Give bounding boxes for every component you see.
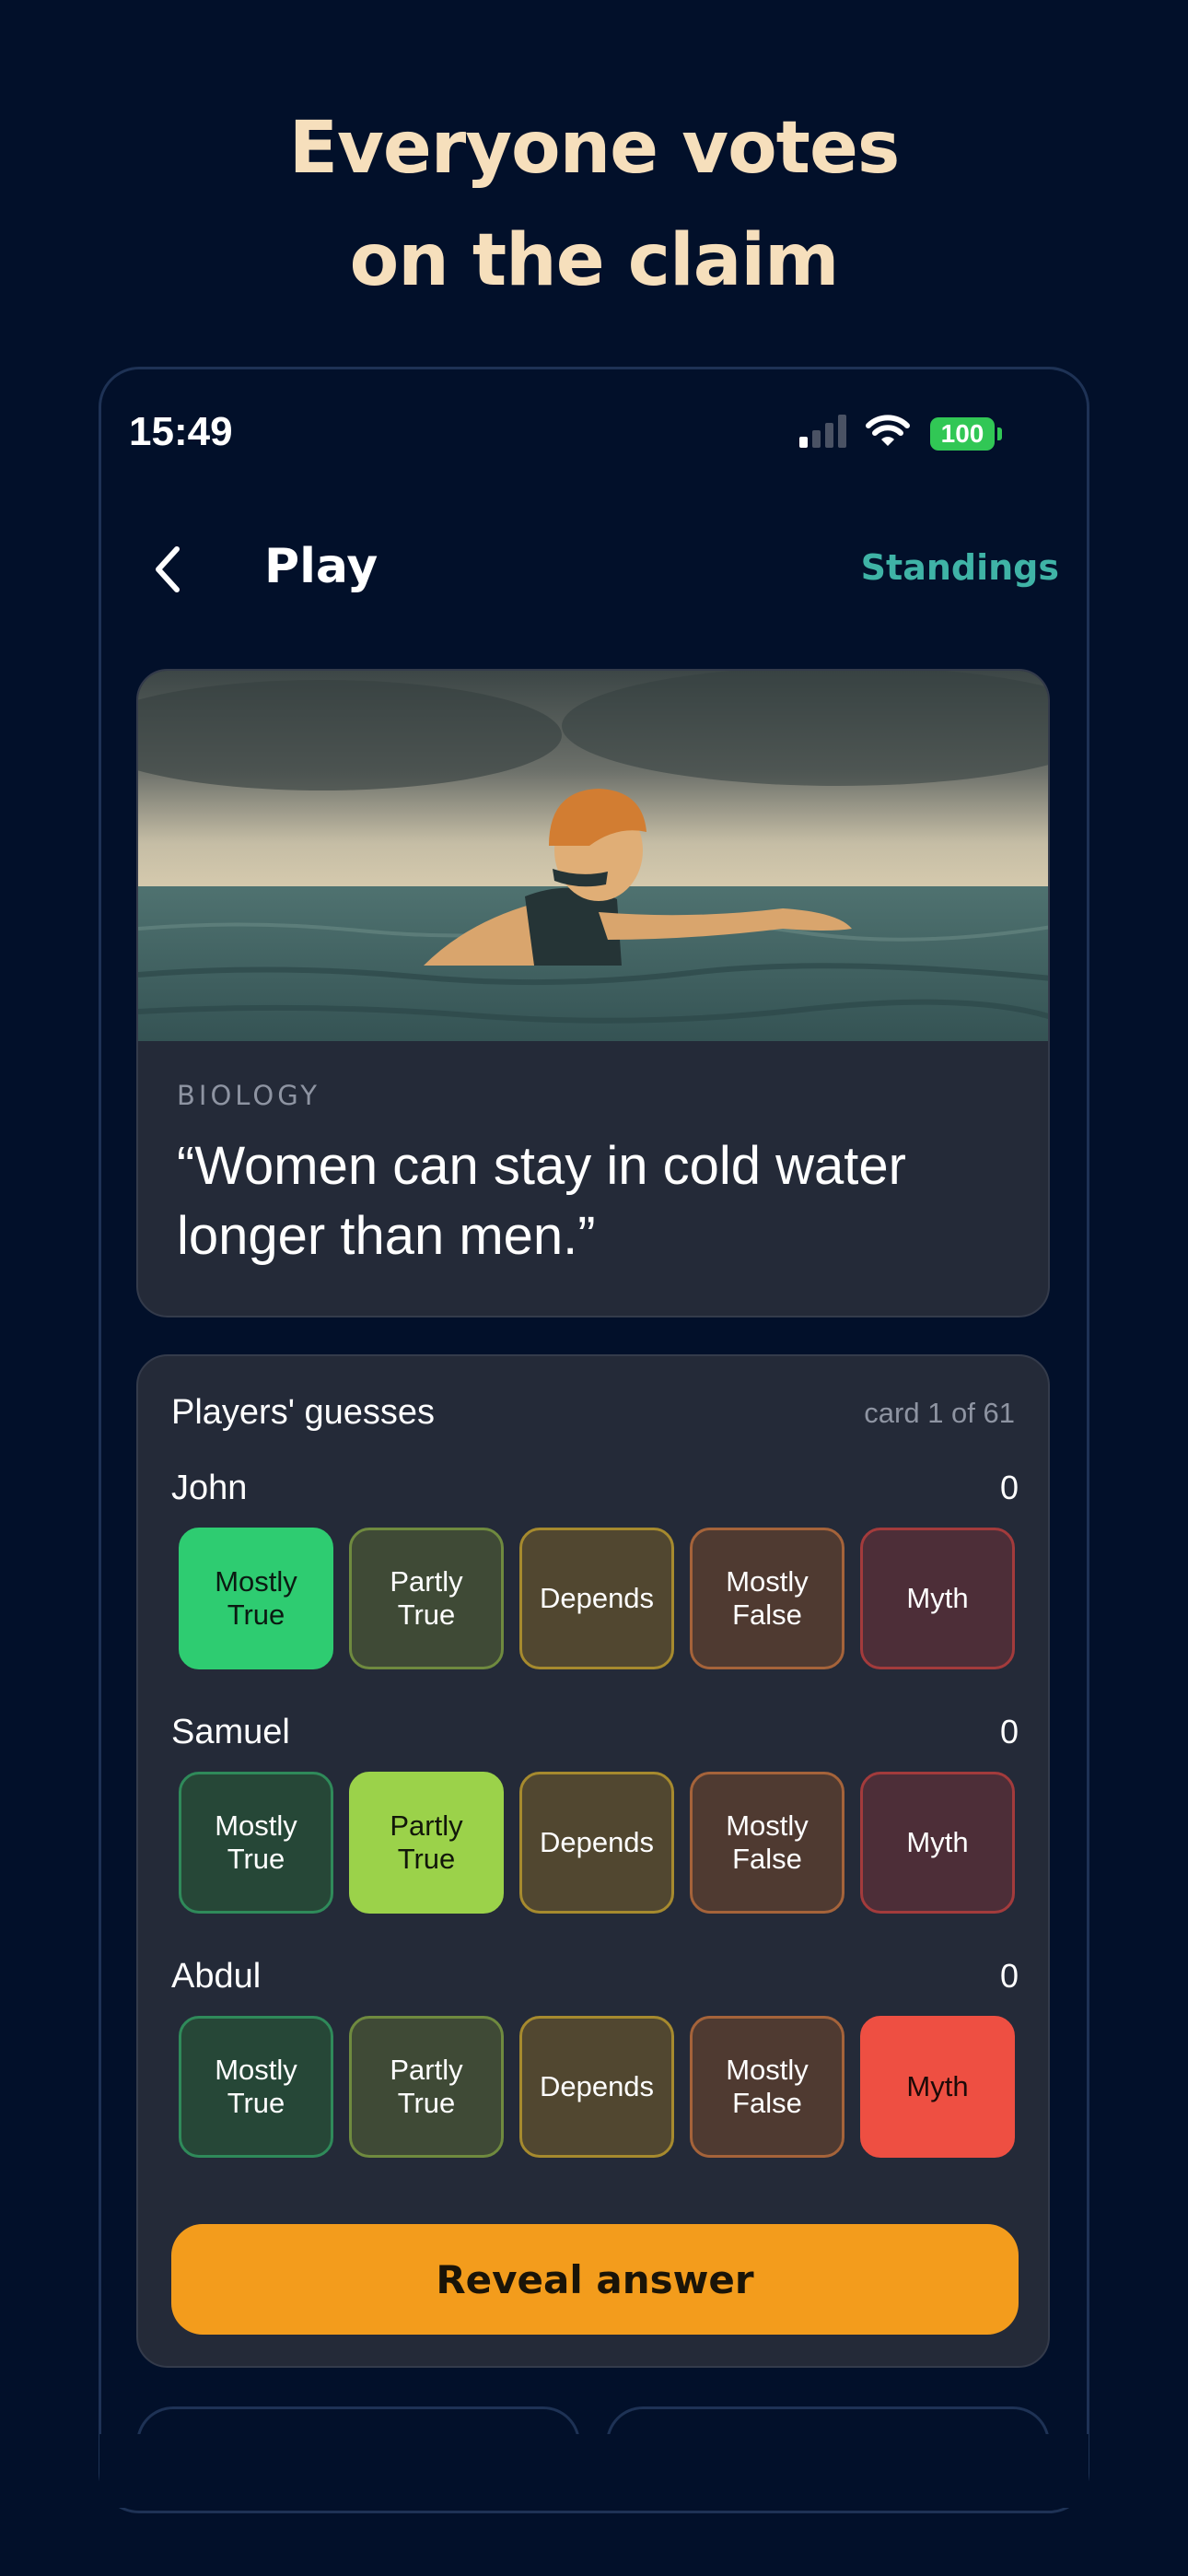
battery-icon: 100 — [930, 417, 995, 451]
standings-link[interactable]: Standings — [861, 547, 1059, 588]
player-name: John — [171, 1469, 248, 1507]
vote-myth[interactable]: Myth — [860, 1528, 1015, 1669]
battery-tip — [997, 427, 1002, 440]
vote-partly-true[interactable]: Partly True — [349, 1772, 504, 1914]
headline-line-2: on the claim — [349, 219, 840, 302]
guesses-title: Players' guesses — [171, 1393, 436, 1432]
player-name: Samuel — [171, 1713, 290, 1751]
status-time: 15:49 — [129, 409, 233, 454]
vote-options: Mostly True Partly True Depends Mostly F… — [179, 1772, 1015, 1914]
claim-text: “Women can stay in cold water longer tha… — [177, 1136, 906, 1266]
vote-depends[interactable]: Depends — [519, 1772, 674, 1914]
card-count: card 1 of 61 — [864, 1397, 1015, 1429]
vote-depends[interactable]: Depends — [519, 2016, 674, 2158]
signal-icon — [799, 415, 846, 448]
claim-card: BIOLOGY “Women can stay in cold water lo… — [136, 669, 1050, 1317]
claim-illustration — [138, 671, 1048, 1041]
vote-mostly-false[interactable]: Mostly False — [690, 2016, 844, 2158]
vote-myth[interactable]: Myth — [860, 1772, 1015, 1914]
claim-category: BIOLOGY — [177, 1080, 320, 1111]
vote-depends[interactable]: Depends — [519, 1528, 674, 1669]
player-score: 0 — [999, 1957, 1019, 1995]
vote-mostly-false[interactable]: Mostly False — [690, 1528, 844, 1669]
vote-mostly-false[interactable]: Mostly False — [690, 1772, 844, 1914]
vote-mostly-true[interactable]: Mostly True — [179, 1528, 333, 1669]
vote-mostly-true[interactable]: Mostly True — [179, 2016, 333, 2158]
wifi-icon — [866, 415, 910, 446]
guesses-card: Players' guesses card 1 of 61 John 0 Mos… — [136, 1354, 1050, 2368]
battery-level: 100 — [940, 419, 984, 448]
page-title: Play — [264, 539, 379, 594]
player-score: 0 — [999, 1469, 1019, 1506]
back-button[interactable] — [146, 542, 192, 597]
chevron-left-icon — [156, 546, 180, 592]
player-score: 0 — [999, 1713, 1019, 1751]
player-name: Abdul — [171, 1957, 262, 1996]
vote-partly-true[interactable]: Partly True — [349, 2016, 504, 2158]
vote-options: Mostly True Partly True Depends Mostly F… — [179, 2016, 1015, 2158]
headline: Everyone votes on the claim — [0, 92, 1188, 317]
scroll-mask — [99, 2434, 1089, 2508]
reveal-answer-button[interactable]: Reveal answer — [171, 2224, 1019, 2335]
vote-options: Mostly True Partly True Depends Mostly F… — [179, 1528, 1015, 1669]
vote-myth[interactable]: Myth — [860, 2016, 1015, 2158]
vote-mostly-true[interactable]: Mostly True — [179, 1772, 333, 1914]
status-icons — [799, 413, 910, 450]
headline-line-1: Everyone votes — [288, 107, 901, 190]
vote-partly-true[interactable]: Partly True — [349, 1528, 504, 1669]
